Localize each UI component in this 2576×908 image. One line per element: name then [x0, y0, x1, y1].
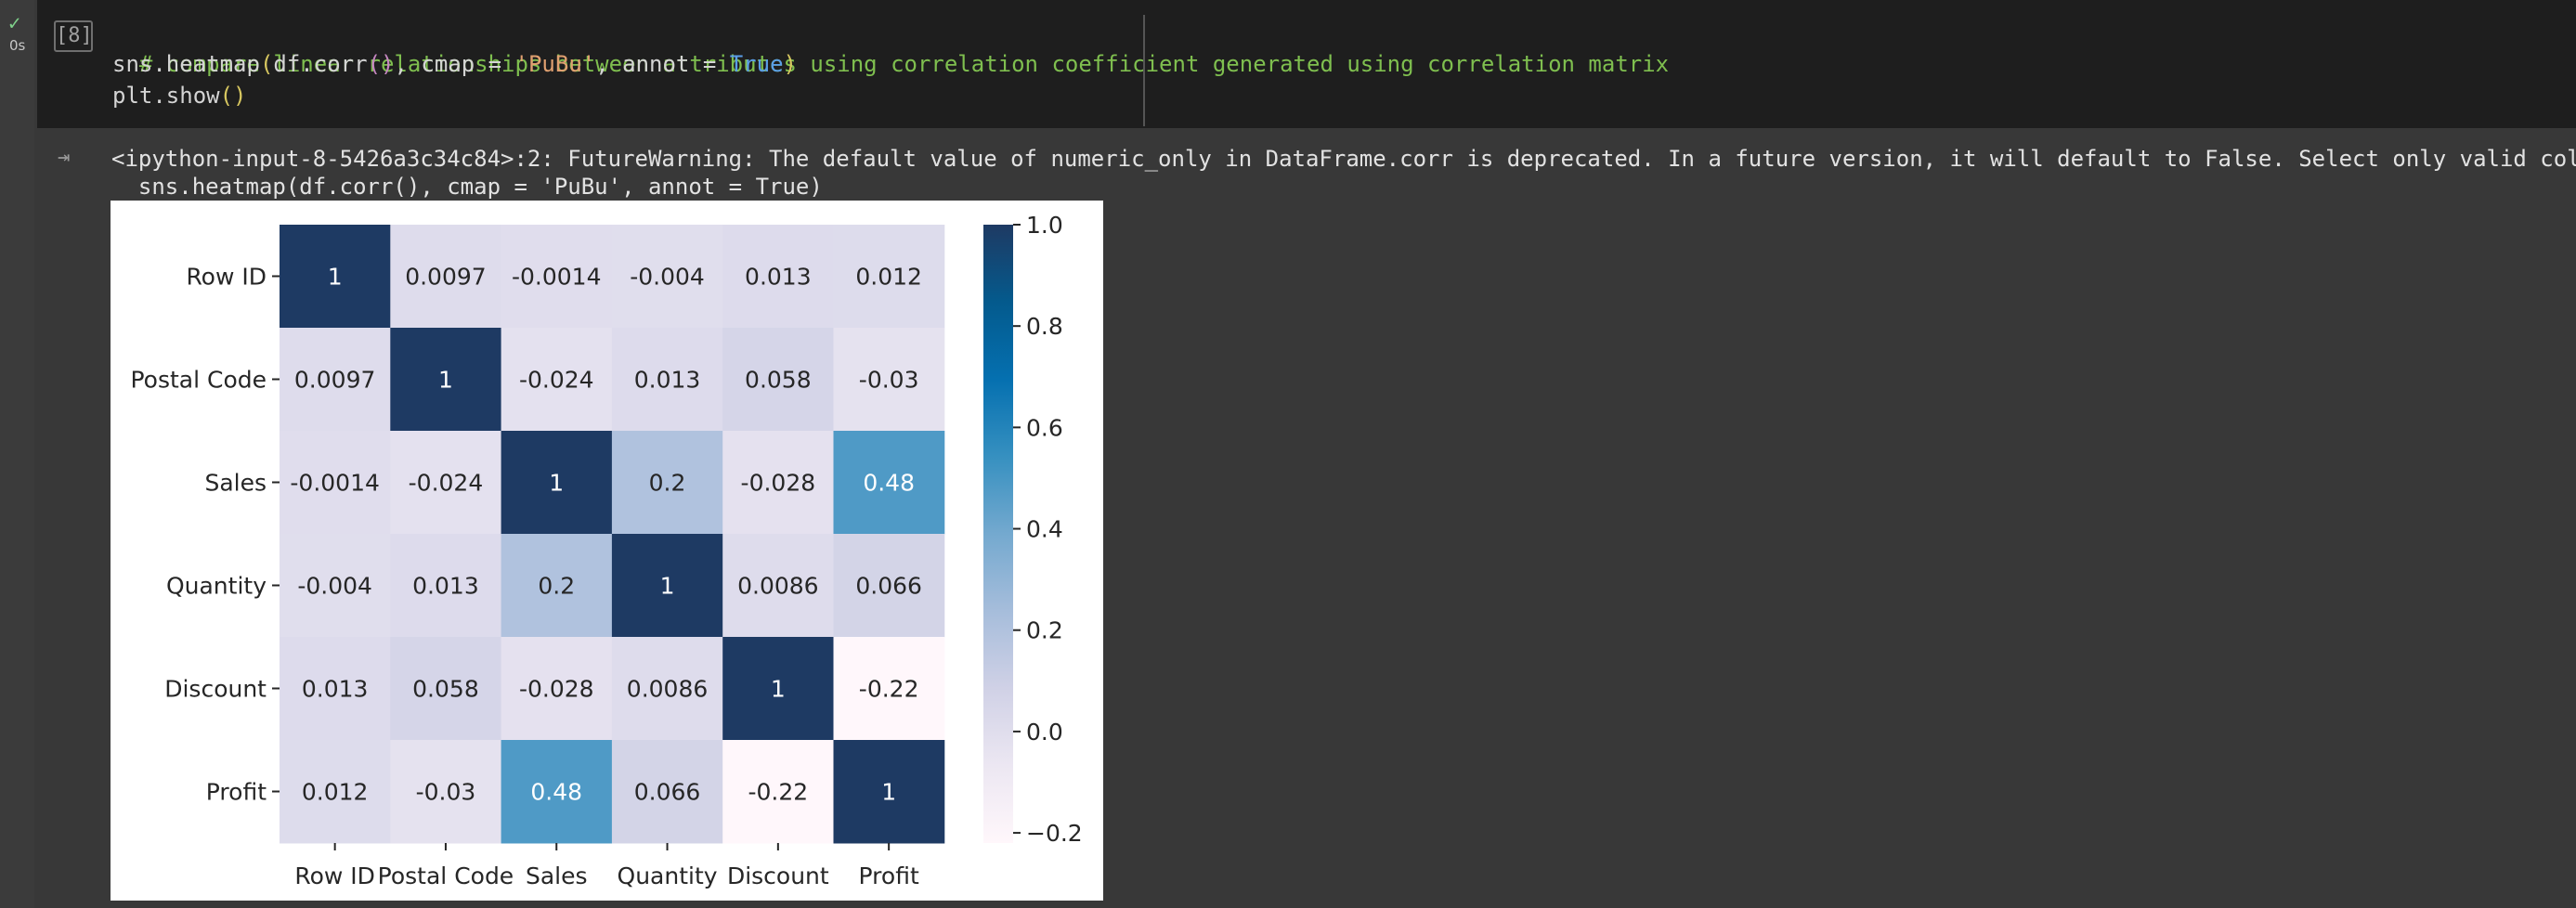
y-tick-label: Discount	[164, 676, 267, 703]
colorbar-tick-label: 0.8	[1026, 313, 1063, 340]
code-token: , cmap =	[394, 51, 515, 77]
cell-annotation: 0.066	[634, 779, 701, 806]
code-token: , annot =	[595, 51, 730, 77]
cell-annotation: 0.2	[649, 470, 686, 497]
cell-annotation: 0.0086	[627, 676, 708, 703]
cell-annotation: 0.0097	[405, 264, 486, 291]
cell-annotation: 0.012	[302, 779, 369, 806]
output-redirect-icon[interactable]: ⇥	[58, 148, 78, 168]
code-line-2[interactable]: sns.heatmap(df.corr(), cmap = 'PuBu', an…	[112, 48, 797, 80]
warning-line-1: <ipython-input-8-5426a3c34c84>:2: Future…	[111, 146, 2576, 172]
code-line-3[interactable]: plt.show()	[112, 80, 247, 111]
cell-annotation: 1	[660, 573, 675, 600]
y-tick-label: Row ID	[186, 264, 267, 291]
code-token: True	[729, 51, 784, 77]
x-tick-label: Profit	[859, 863, 919, 889]
cell-annotation: 1	[549, 470, 564, 497]
x-tick-label: Quantity	[618, 863, 718, 889]
cell-annotation: 0.013	[412, 573, 479, 600]
cell-annotation: 0.0086	[737, 573, 818, 600]
colorbar-tick-label: −0.2	[1026, 820, 1083, 847]
cell-annotation: -0.028	[741, 470, 816, 497]
cell-annotation: 0.013	[745, 264, 812, 291]
cell-annotation: 0.48	[530, 779, 582, 806]
cell-annotation: -0.03	[859, 367, 919, 394]
cell-annotation: -0.22	[859, 676, 919, 703]
cell-annotation: 0.012	[855, 264, 922, 291]
y-tick-label: Postal Code	[130, 367, 267, 394]
cell-gutter: ✓ 0s	[0, 0, 34, 908]
cell-annotation: 0.058	[412, 676, 479, 703]
x-tick-label: Discount	[727, 863, 829, 889]
check-icon: ✓	[8, 12, 21, 35]
cell-annotation: 0.058	[745, 367, 812, 394]
y-tick-label: Sales	[204, 470, 267, 497]
colorbar-tick-label: 0.4	[1026, 516, 1063, 543]
cell-annotation: -0.028	[519, 676, 594, 703]
colorbar-tick-label: 0.6	[1026, 414, 1063, 441]
cell-annotation: -0.004	[630, 264, 705, 291]
code-token: plt.show	[112, 83, 220, 109]
colorbar	[983, 225, 1013, 843]
text-cursor	[1143, 15, 1145, 126]
code-token: 'PuBu'	[514, 51, 596, 77]
cell-annotation: -0.22	[748, 779, 809, 806]
x-tick-label: Sales	[526, 863, 588, 889]
cell-annotation: -0.024	[519, 367, 594, 394]
heatmap-chart: 1 0.0097 -0.0014 -0.004 0.013 0.012 0.0097 1 -0.…	[130, 212, 1083, 889]
code-token: df.corr	[273, 51, 368, 77]
code-token: ()	[367, 51, 395, 77]
warning-line-2: sns.heatmap(df.corr(), cmap = 'PuBu', an…	[111, 174, 823, 200]
code-token: sns.heatmap	[112, 51, 260, 77]
x-tick-label: Row ID	[294, 863, 375, 889]
cell-annotation: 0.013	[302, 676, 369, 703]
cell-annotation: 0.2	[538, 573, 575, 600]
y-tick-label: Profit	[206, 779, 267, 806]
cell-annotation: -0.0014	[512, 264, 602, 291]
cell-annotation: 1	[328, 264, 343, 291]
colorbar-tick-label: 0.0	[1026, 719, 1063, 746]
code-token: ()	[219, 83, 247, 109]
cell-annotation: 1	[438, 367, 453, 394]
run-time: 0s	[9, 37, 26, 54]
heatmap-figure: 1 0.0097 -0.0014 -0.004 0.013 0.012 0.0097 1 -0.…	[111, 201, 1103, 901]
code-token: )	[783, 51, 797, 77]
cell-annotation: -0.024	[409, 470, 484, 497]
cell-annotation: -0.004	[297, 573, 372, 600]
colorbar-tick-label: 0.2	[1026, 617, 1063, 644]
execution-count[interactable]: [8]	[54, 20, 93, 52]
cell-annotation: 0.013	[634, 367, 701, 394]
cell-annotation: 1	[881, 779, 896, 806]
cell-annotation: 0.0097	[294, 367, 375, 394]
cell-annotation: -0.03	[416, 779, 476, 806]
cell-annotation: 1	[771, 676, 786, 703]
code-token: (	[259, 51, 274, 77]
cell-annotation: -0.0014	[290, 470, 380, 497]
x-tick-label: Postal Code	[378, 863, 514, 889]
cell-annotation: 0.066	[855, 573, 922, 600]
cell-annotation: 0.48	[863, 470, 915, 497]
y-tick-label: Quantity	[166, 573, 267, 600]
colorbar-tick-label: 1.0	[1026, 212, 1063, 239]
